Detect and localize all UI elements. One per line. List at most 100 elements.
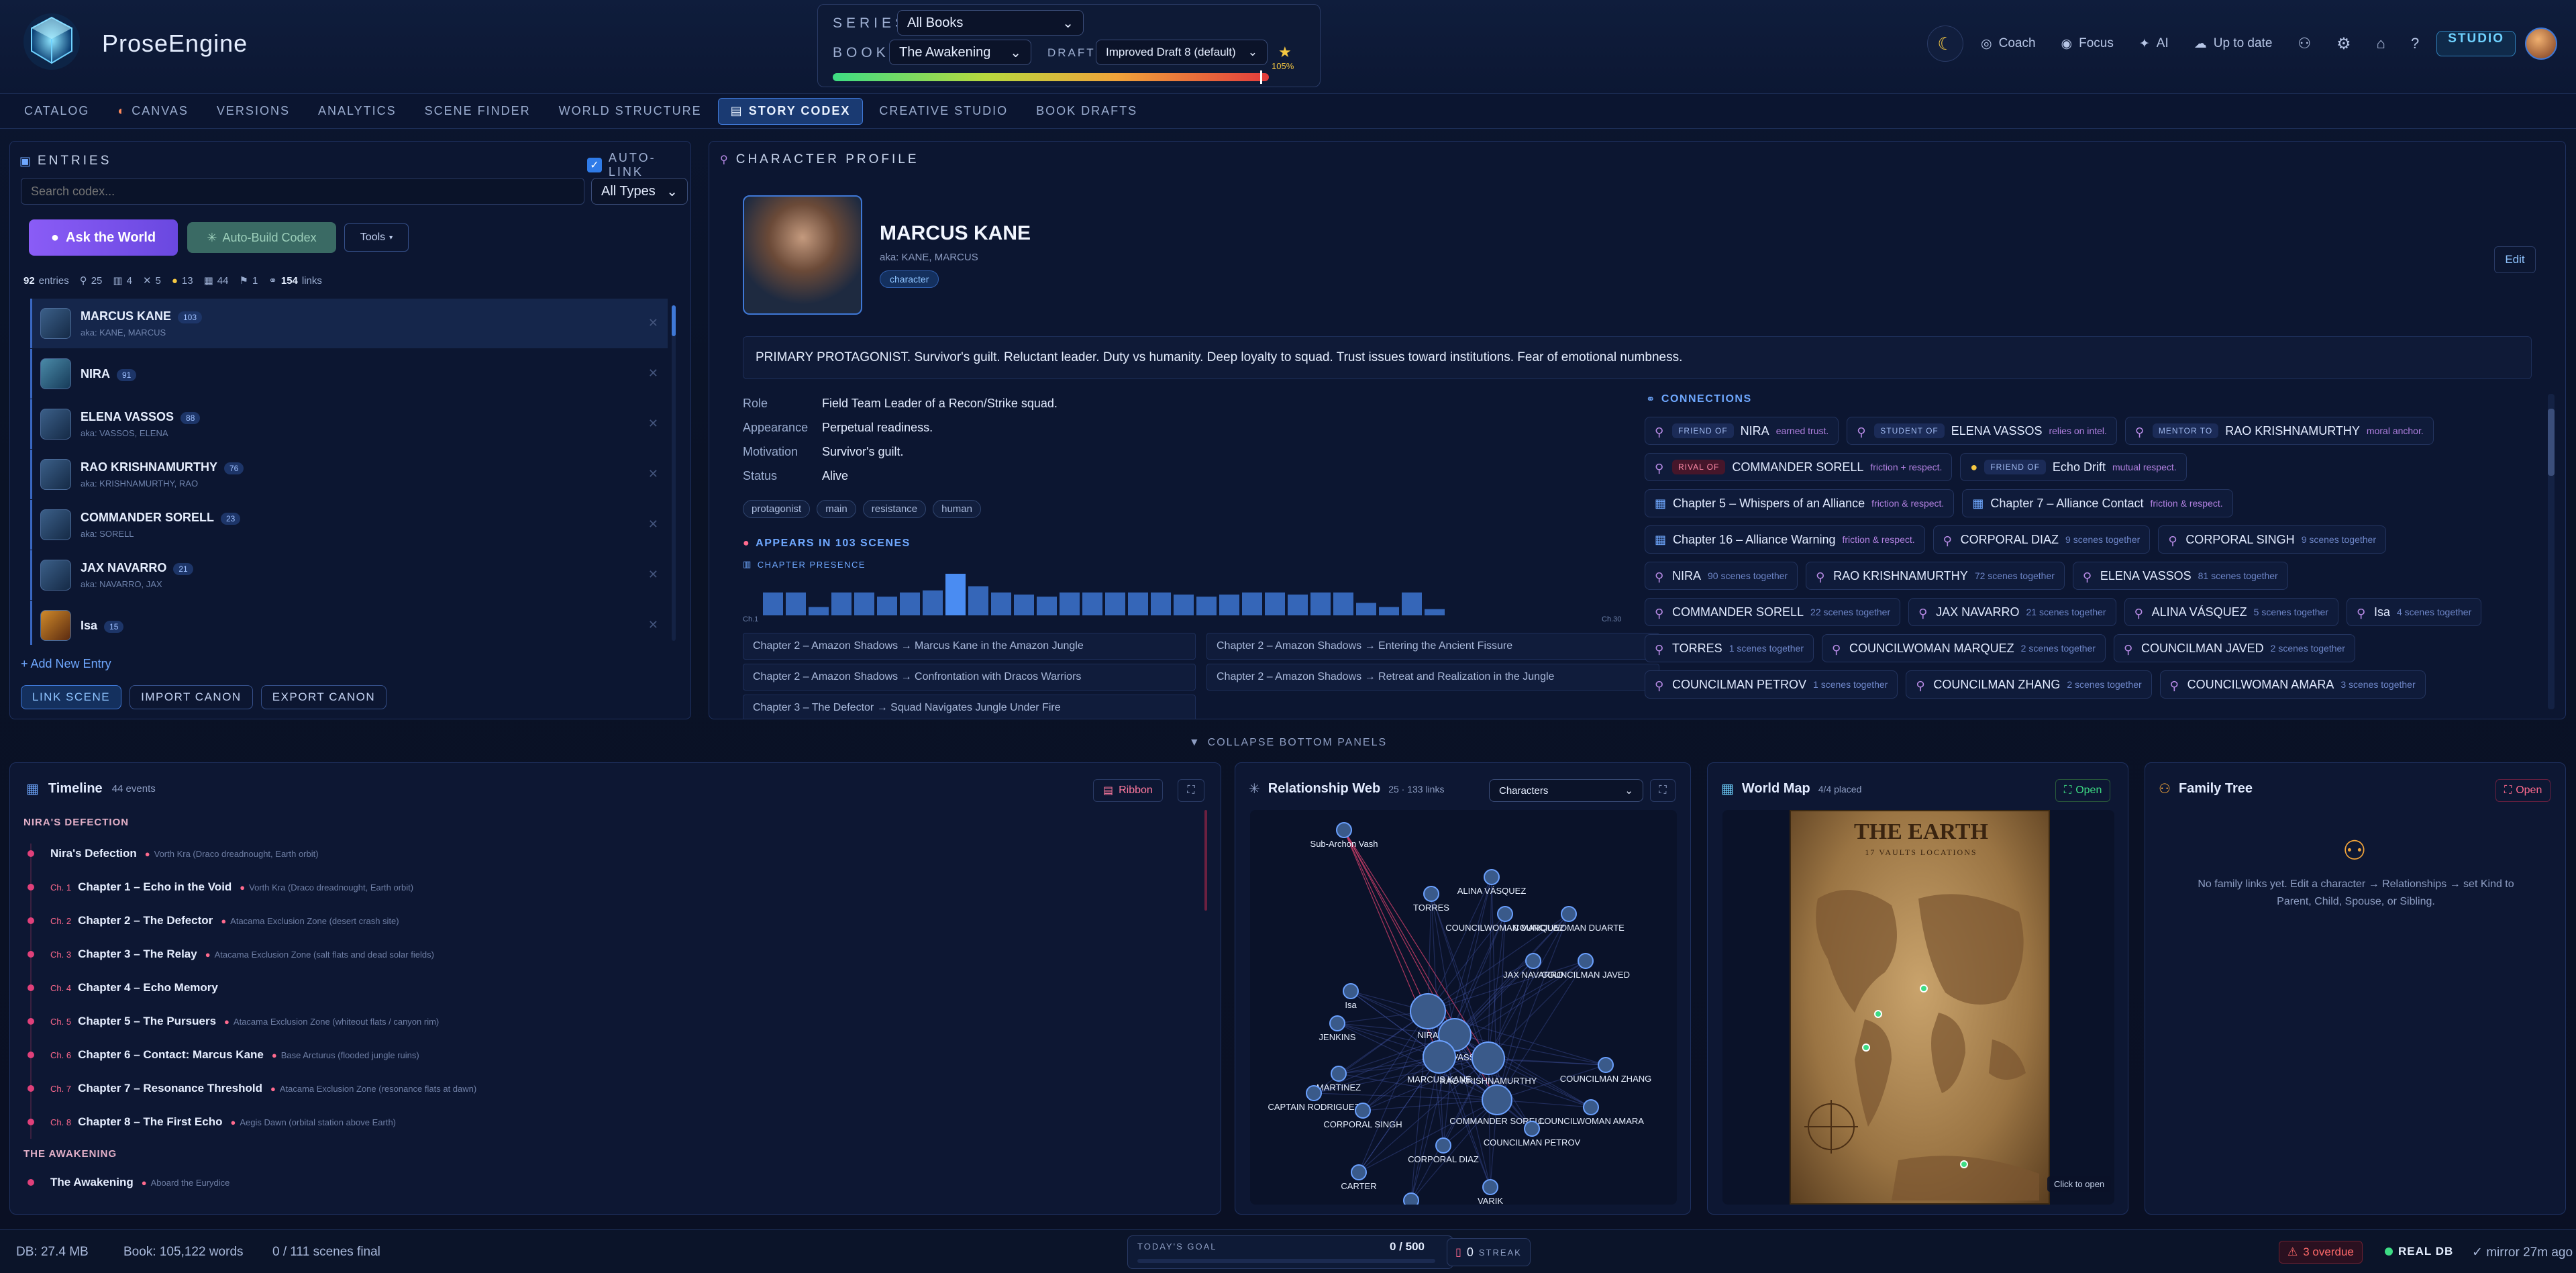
tag-chip[interactable]: human xyxy=(933,500,981,518)
graph-node[interactable] xyxy=(1351,1164,1367,1180)
expand-icon[interactable]: ⛶ xyxy=(1650,779,1676,802)
tag-chip[interactable]: protagonist xyxy=(743,500,811,518)
graph-node[interactable] xyxy=(1423,886,1439,902)
connection-chip[interactable]: ⚲ COMMANDER SORELL 22 scenes together xyxy=(1645,598,1901,626)
autolink-toggle[interactable]: ✓ AUTO-LINK xyxy=(587,151,690,179)
remove-icon[interactable]: ✕ xyxy=(648,316,658,330)
connection-chip[interactable]: ⚲ COUNCILWOMAN AMARA 3 scenes together xyxy=(2159,670,2426,699)
edit-profile-button[interactable]: Edit xyxy=(2494,246,2536,273)
connection-chip[interactable]: ⚲ COUNCILMAN JAVED 2 scenes together xyxy=(2113,634,2355,662)
link-scene-button[interactable]: LINK SCENE xyxy=(21,685,122,709)
auto-build-codex-button[interactable]: ✳ Auto-Build Codex xyxy=(187,222,336,253)
tab-scene-finder[interactable]: SCENE FINDER xyxy=(413,98,543,125)
overdue-badge[interactable]: ⚠ 3 overdue xyxy=(2279,1241,2363,1264)
remove-icon[interactable]: ✕ xyxy=(648,366,658,380)
entry-rao-krishnamurthy[interactable]: RAO KRISHNAMURTHY 76 aka: KRISHNAMURTHY, R… xyxy=(30,450,668,499)
graph-node[interactable] xyxy=(1482,1084,1512,1115)
timeline-event[interactable]: Ch. 5 Chapter 5 – The Pursuers ● Atacama Ex… xyxy=(23,1005,1191,1038)
timeline-event[interactable]: The Awakening ● Aboard the Eurydice xyxy=(23,1166,1191,1199)
relationship-filter-select[interactable]: Characters ⌄ xyxy=(1489,779,1643,802)
ask-the-world-button[interactable]: ● Ask the World xyxy=(29,219,178,256)
graph-node[interactable] xyxy=(1336,822,1352,838)
help-button[interactable]: ? xyxy=(2403,28,2427,59)
entry-nira[interactable]: NIRA 91 ✕ xyxy=(30,349,668,399)
entry-elena-vassos[interactable]: ELENA VASSOS 88 aka: VASSOS, ELENA ✕ xyxy=(30,399,668,449)
connection-chip[interactable]: ⚲ NIRA 90 scenes together xyxy=(1645,562,1798,590)
connections-scrollbar[interactable] xyxy=(2548,394,2555,709)
scene-link[interactable]: Chapter 2 – Amazon Shadows → Confrontati… xyxy=(743,664,1196,691)
scene-link[interactable]: Chapter 3 – The Defector → Squad Navigat… xyxy=(743,695,1196,719)
connection-chip[interactable]: ⚲ MENTOR TO RAO KRISHNAMURTHY moral anchor. xyxy=(2124,417,2434,445)
connection-chip[interactable]: ⚲ COUNCILWOMAN MARQUEZ 2 scenes together xyxy=(1821,634,2106,662)
draft-select[interactable]: Improved Draft 8 (default) ⌄ xyxy=(1096,40,1268,65)
collapse-bottom-panels-toggle[interactable]: ▼ COLLAPSE BOTTOM PANELS xyxy=(0,733,2576,753)
scene-link[interactable]: Chapter 2 – Amazon Shadows → Retreat and… xyxy=(1206,664,1659,691)
connection-chip[interactable]: ⚲ ELENA VASSOS 81 scenes together xyxy=(2072,562,2288,590)
graph-node[interactable] xyxy=(1410,993,1446,1029)
ribbon-view-button[interactable]: ▤ Ribbon xyxy=(1093,779,1163,802)
tab-versions[interactable]: VERSIONS xyxy=(205,98,302,125)
connection-chip[interactable]: ⚲ CORPORAL SINGH 9 scenes together xyxy=(2158,525,2386,554)
user-avatar[interactable] xyxy=(2524,28,2557,60)
graph-node[interactable] xyxy=(1578,953,1594,969)
remove-icon[interactable]: ✕ xyxy=(648,517,658,531)
scrollbar-thumb[interactable] xyxy=(672,305,676,336)
sync-status-button[interactable]: ☁ Up to date xyxy=(2186,28,2281,59)
tab-catalog[interactable]: CATALOG xyxy=(12,98,101,125)
connection-chip[interactable]: ⚲ JAX NAVARRO 21 scenes together xyxy=(1908,598,2116,626)
tab-creative-studio[interactable]: CREATIVE STUDIO xyxy=(867,98,1020,125)
map-location-pin[interactable] xyxy=(1960,1160,1968,1168)
timeline-event[interactable]: Nira's Defection ● Vorth Kra (Draco dreadn… xyxy=(23,837,1191,870)
tab-story-codex[interactable]: ▤ STORY CODEX xyxy=(717,97,864,125)
connection-chip[interactable]: ⚲ Isa 4 scenes together xyxy=(2346,598,2482,626)
graph-node[interactable] xyxy=(1435,1137,1451,1154)
series-select[interactable]: All Books ⌄ xyxy=(897,10,1084,36)
add-new-entry-link[interactable]: + Add New Entry xyxy=(21,657,111,671)
connection-chip[interactable]: ▦ Chapter 16 – Alliance Warning friction &… xyxy=(1645,525,1925,554)
timeline-event[interactable]: Ch. 3 Chapter 3 – The Relay ● Atacama Exclu… xyxy=(23,937,1191,971)
tab-world-structure[interactable]: WORLD STRUCTURE xyxy=(547,98,714,125)
scrollbar-thumb[interactable] xyxy=(2548,409,2555,476)
timeline-event[interactable]: Ch. 4 Chapter 4 – Echo Memory xyxy=(23,971,1191,1005)
timeline-event[interactable]: Ch. 6 Chapter 6 – Contact: Marcus Kane ● Ba… xyxy=(23,1038,1191,1072)
map-location-pin[interactable] xyxy=(1862,1043,1870,1052)
graph-node[interactable] xyxy=(1497,906,1513,922)
connection-chip[interactable]: ▦ Chapter 5 – Whispers of an Alliance fric… xyxy=(1645,489,1955,517)
tools-dropdown-button[interactable]: Tools ▾ xyxy=(344,223,409,252)
todays-goal-widget[interactable]: TODAY'S GOAL 0 / 500 xyxy=(1127,1235,1453,1269)
connection-chip[interactable]: ⚲ FRIEND OF NIRA earned trust. xyxy=(1645,417,1839,445)
settings-button[interactable]: ⚙ xyxy=(2328,28,2359,59)
graph-node[interactable] xyxy=(1306,1085,1322,1101)
remove-icon[interactable]: ✕ xyxy=(648,417,658,431)
remove-icon[interactable]: ✕ xyxy=(648,618,658,632)
connection-chip[interactable]: ⚲ COUNCILMAN ZHANG 2 scenes together xyxy=(1906,670,2152,699)
tab-analytics[interactable]: ANALYTICS xyxy=(306,98,409,125)
graph-node[interactable] xyxy=(1472,1041,1505,1075)
connection-chip[interactable]: ⚲ CORPORAL DIAZ 9 scenes together xyxy=(1933,525,2151,554)
scene-link[interactable]: Chapter 2 – Amazon Shadows → Marcus Kane… xyxy=(743,633,1196,660)
map-location-pin[interactable] xyxy=(1874,1010,1882,1018)
graph-node[interactable] xyxy=(1598,1057,1614,1073)
timeline-scrollbar[interactable] xyxy=(1204,810,1207,911)
coach-button[interactable]: ◎ Coach xyxy=(1973,28,2044,59)
checkbox-checked-icon[interactable]: ✓ xyxy=(587,158,602,172)
connection-chip[interactable]: ⚲ TORRES 1 scenes together xyxy=(1645,634,1814,662)
streak-widget[interactable]: ▯ 0 STREAK xyxy=(1447,1238,1531,1266)
codex-search-input[interactable] xyxy=(21,178,584,205)
focus-button[interactable]: ◉ Focus xyxy=(2053,28,2122,59)
open-family-tree-button[interactable]: ⛶ Open xyxy=(2495,779,2551,802)
tab-canvas[interactable]: ◐ CANVAS xyxy=(105,98,201,125)
type-filter-select[interactable]: All Types ⌄ xyxy=(591,178,688,205)
timeline-event[interactable]: Ch. 7 Chapter 7 – Resonance Threshold ● Ata… xyxy=(23,1072,1191,1105)
connection-chip[interactable]: ▦ Chapter 7 – Alliance Contact friction & … xyxy=(1962,489,2233,517)
graph-node[interactable] xyxy=(1561,906,1577,922)
remove-icon[interactable]: ✕ xyxy=(648,467,658,481)
timeline-event[interactable]: Ch. 2 Chapter 2 – The Defector ● Atacama Ex… xyxy=(23,904,1191,937)
map-location-pin[interactable] xyxy=(1920,984,1928,992)
entry-jax-navarro[interactable]: JAX NAVARRO 21 aka: NAVARRO, JAX ✕ xyxy=(30,550,668,600)
entry-isa[interactable]: Isa 15 ✕ xyxy=(30,601,668,645)
graph-node[interactable] xyxy=(1343,983,1359,999)
scene-link[interactable]: Chapter 2 – Amazon Shadows → Entering th… xyxy=(1206,633,1659,660)
entries-scrollbar[interactable] xyxy=(672,305,676,641)
remove-icon[interactable]: ✕ xyxy=(648,568,658,582)
